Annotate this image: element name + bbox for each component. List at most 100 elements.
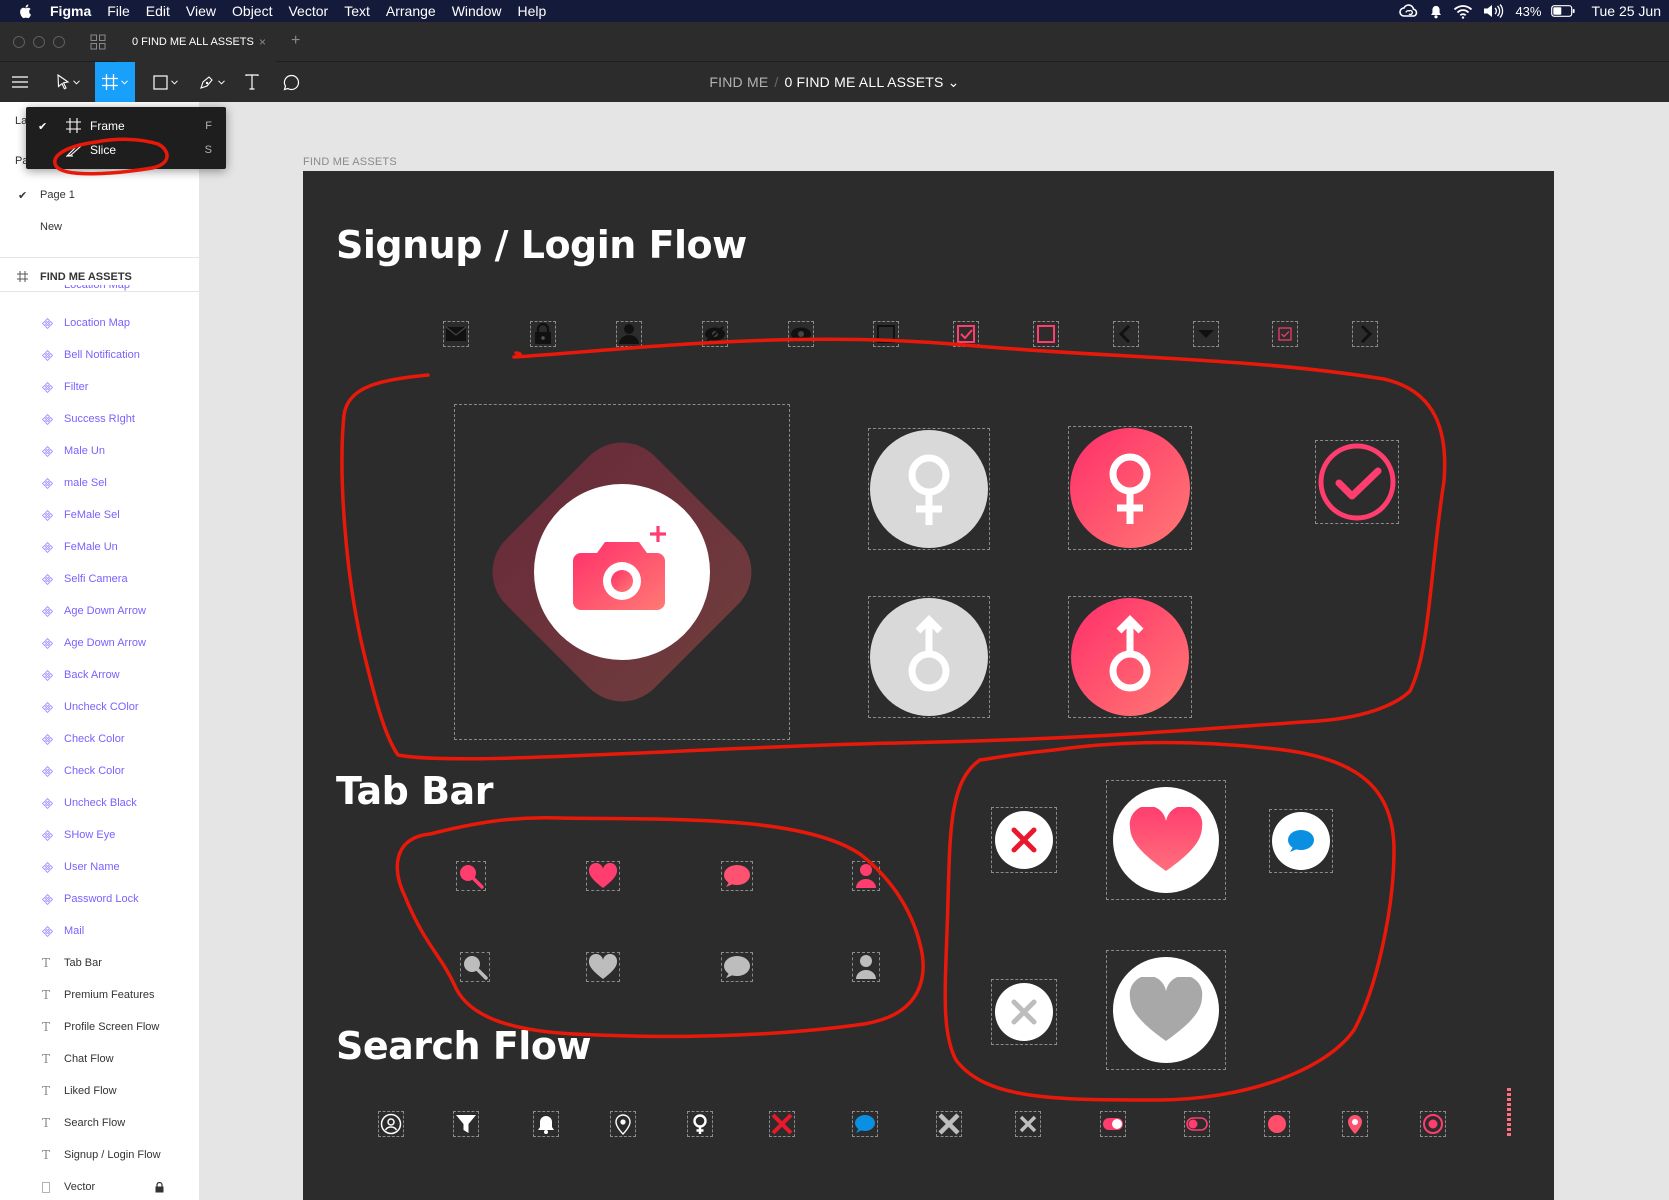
uncheck-color-slot[interactable] bbox=[1033, 321, 1059, 347]
creative-cloud-icon[interactable] bbox=[1399, 4, 1419, 18]
female-unselected-slot[interactable] bbox=[868, 428, 990, 550]
lock-icon[interactable] bbox=[155, 1182, 164, 1193]
menu-window[interactable]: Window bbox=[452, 3, 502, 19]
menu-object[interactable]: Object bbox=[232, 3, 272, 19]
menu-arrange[interactable]: Arrange bbox=[386, 3, 436, 19]
layer-item[interactable]: Male Un bbox=[0, 436, 199, 466]
dislike-inactive-button[interactable] bbox=[995, 983, 1053, 1041]
female-selected-button[interactable] bbox=[1070, 428, 1190, 548]
bell-slot[interactable] bbox=[533, 1111, 559, 1137]
age-down-arrow-slot[interactable] bbox=[1193, 321, 1219, 347]
layer-item[interactable]: Mail bbox=[0, 916, 199, 946]
file-browser-grid-icon[interactable] bbox=[90, 34, 106, 50]
success-check-slot[interactable] bbox=[1315, 440, 1399, 524]
user-outline-slot[interactable] bbox=[378, 1111, 404, 1137]
like-color-slot[interactable] bbox=[1106, 780, 1226, 900]
layer-item[interactable]: Check Color bbox=[0, 724, 199, 754]
layer-item[interactable]: Bell Notification bbox=[0, 340, 199, 370]
layer-item[interactable]: Selfi Camera bbox=[0, 564, 199, 594]
cross-small-slot[interactable] bbox=[1015, 1111, 1041, 1137]
menu-file[interactable]: File bbox=[107, 3, 130, 19]
apple-icon[interactable] bbox=[18, 3, 34, 19]
layer-item[interactable]: Password Lock bbox=[0, 884, 199, 914]
window-close-button[interactable] bbox=[13, 36, 25, 48]
clock[interactable]: Tue 25 Jun bbox=[1591, 3, 1661, 19]
female-selected-slot[interactable] bbox=[1068, 426, 1192, 550]
layer-item[interactable]: T Tab Bar bbox=[0, 948, 199, 978]
show-eye-slot[interactable] bbox=[788, 321, 814, 347]
layer-item[interactable]: T Liked Flow bbox=[0, 1076, 199, 1106]
window-minimize-button[interactable] bbox=[33, 36, 45, 48]
dislike-gray-slot[interactable] bbox=[991, 979, 1057, 1045]
layer-item[interactable]: T Chat Flow bbox=[0, 1044, 199, 1074]
slider-track-slot[interactable] bbox=[1504, 1088, 1514, 1140]
male-unselected-button[interactable] bbox=[870, 598, 988, 716]
frame-name-label[interactable]: FIND ME ASSETS bbox=[303, 156, 397, 168]
layer-item[interactable]: FeMale Un bbox=[0, 532, 199, 562]
cross-red-slot[interactable] bbox=[769, 1111, 795, 1137]
location-pink-slot[interactable] bbox=[1342, 1111, 1368, 1137]
layer-item[interactable]: Age Down Arrow bbox=[0, 628, 199, 658]
user-slot[interactable] bbox=[616, 321, 642, 347]
menu-vector[interactable]: Vector bbox=[288, 3, 328, 19]
gradient-dot-slot[interactable] bbox=[1264, 1111, 1290, 1137]
chat-button[interactable] bbox=[1272, 812, 1330, 870]
lock-slot[interactable] bbox=[530, 321, 556, 347]
check-color-slot[interactable] bbox=[953, 321, 979, 347]
tab-search-active-slot[interactable] bbox=[456, 861, 486, 891]
layer-item[interactable]: T Profile Screen Flow bbox=[0, 1012, 199, 1042]
tab-chat-inactive-slot[interactable] bbox=[721, 952, 753, 982]
menu-app-figma[interactable]: Figma bbox=[50, 3, 91, 19]
layer-item[interactable]: T Premium Features bbox=[0, 980, 199, 1010]
tab-heart-active-slot[interactable] bbox=[586, 861, 620, 891]
section-title-signup[interactable]: Signup / Login Flow bbox=[336, 223, 747, 267]
tab-file-active[interactable]: 0 FIND ME ALL ASSETS × bbox=[116, 22, 276, 62]
selfie-camera-slot[interactable] bbox=[454, 404, 790, 740]
dropdown-item-slice[interactable]: Slice S bbox=[26, 138, 226, 162]
layer-item[interactable]: Age Down Arrow bbox=[0, 596, 199, 626]
forward-arrow-slot[interactable] bbox=[1352, 321, 1378, 347]
wifi-icon[interactable] bbox=[1453, 4, 1473, 19]
chat-blue-slot[interactable] bbox=[1269, 809, 1333, 873]
filter-slot[interactable] bbox=[453, 1111, 479, 1137]
dislike-color-slot[interactable] bbox=[991, 807, 1057, 873]
page-item-page-1[interactable]: ✔ Page 1 bbox=[0, 181, 199, 209]
back-arrow-slot[interactable] bbox=[1113, 321, 1139, 347]
male-unselected-slot[interactable] bbox=[868, 596, 990, 718]
female-small-slot[interactable] bbox=[687, 1111, 713, 1137]
like-inactive-button[interactable] bbox=[1113, 957, 1219, 1063]
location-pin-slot[interactable] bbox=[610, 1111, 636, 1137]
battery-icon[interactable] bbox=[1551, 5, 1576, 17]
dislike-button[interactable] bbox=[995, 811, 1053, 869]
layer-item[interactable]: Uncheck Black bbox=[0, 788, 199, 818]
mail-slot[interactable] bbox=[443, 321, 469, 347]
female-unselected-button[interactable] bbox=[870, 430, 988, 548]
hide-eye-slot[interactable] bbox=[702, 321, 728, 347]
tab-profile-inactive-slot[interactable] bbox=[852, 952, 880, 982]
notification-bell-icon[interactable] bbox=[1429, 3, 1443, 19]
menu-help[interactable]: Help bbox=[517, 3, 546, 19]
like-button[interactable] bbox=[1113, 787, 1219, 893]
tab-profile-active-slot[interactable] bbox=[852, 861, 880, 891]
layer-item[interactable]: male Sel bbox=[0, 468, 199, 498]
window-zoom-button[interactable] bbox=[53, 36, 65, 48]
small-check-slot[interactable] bbox=[1272, 321, 1298, 347]
chat-blue-slot[interactable] bbox=[852, 1111, 878, 1137]
male-selected-button[interactable] bbox=[1071, 598, 1189, 716]
layer-item[interactable]: Check Color bbox=[0, 756, 199, 786]
uncheck-black-slot[interactable] bbox=[873, 321, 899, 347]
tab-search-inactive-slot[interactable] bbox=[460, 952, 490, 982]
breadcrumb-file[interactable]: 0 FIND ME ALL ASSETS ⌄ bbox=[784, 74, 959, 91]
section-title-tab-bar[interactable]: Tab Bar bbox=[336, 769, 493, 813]
layer-item[interactable]: Filter bbox=[0, 372, 199, 402]
layer-item[interactable]: T Signup / Login Flow bbox=[0, 1140, 199, 1170]
tab-close-icon[interactable]: × bbox=[259, 35, 266, 49]
menu-edit[interactable]: Edit bbox=[146, 3, 170, 19]
toggle-on-slot[interactable] bbox=[1100, 1111, 1126, 1137]
dropdown-item-frame[interactable]: ✔ Frame F bbox=[26, 114, 226, 138]
like-gray-slot[interactable] bbox=[1106, 950, 1226, 1070]
layer-item[interactable]: SHow Eye bbox=[0, 820, 199, 850]
layer-item[interactable]: Uncheck COlor bbox=[0, 692, 199, 722]
layer-item[interactable]: Location Map bbox=[0, 308, 199, 338]
target-slot[interactable] bbox=[1420, 1111, 1446, 1137]
